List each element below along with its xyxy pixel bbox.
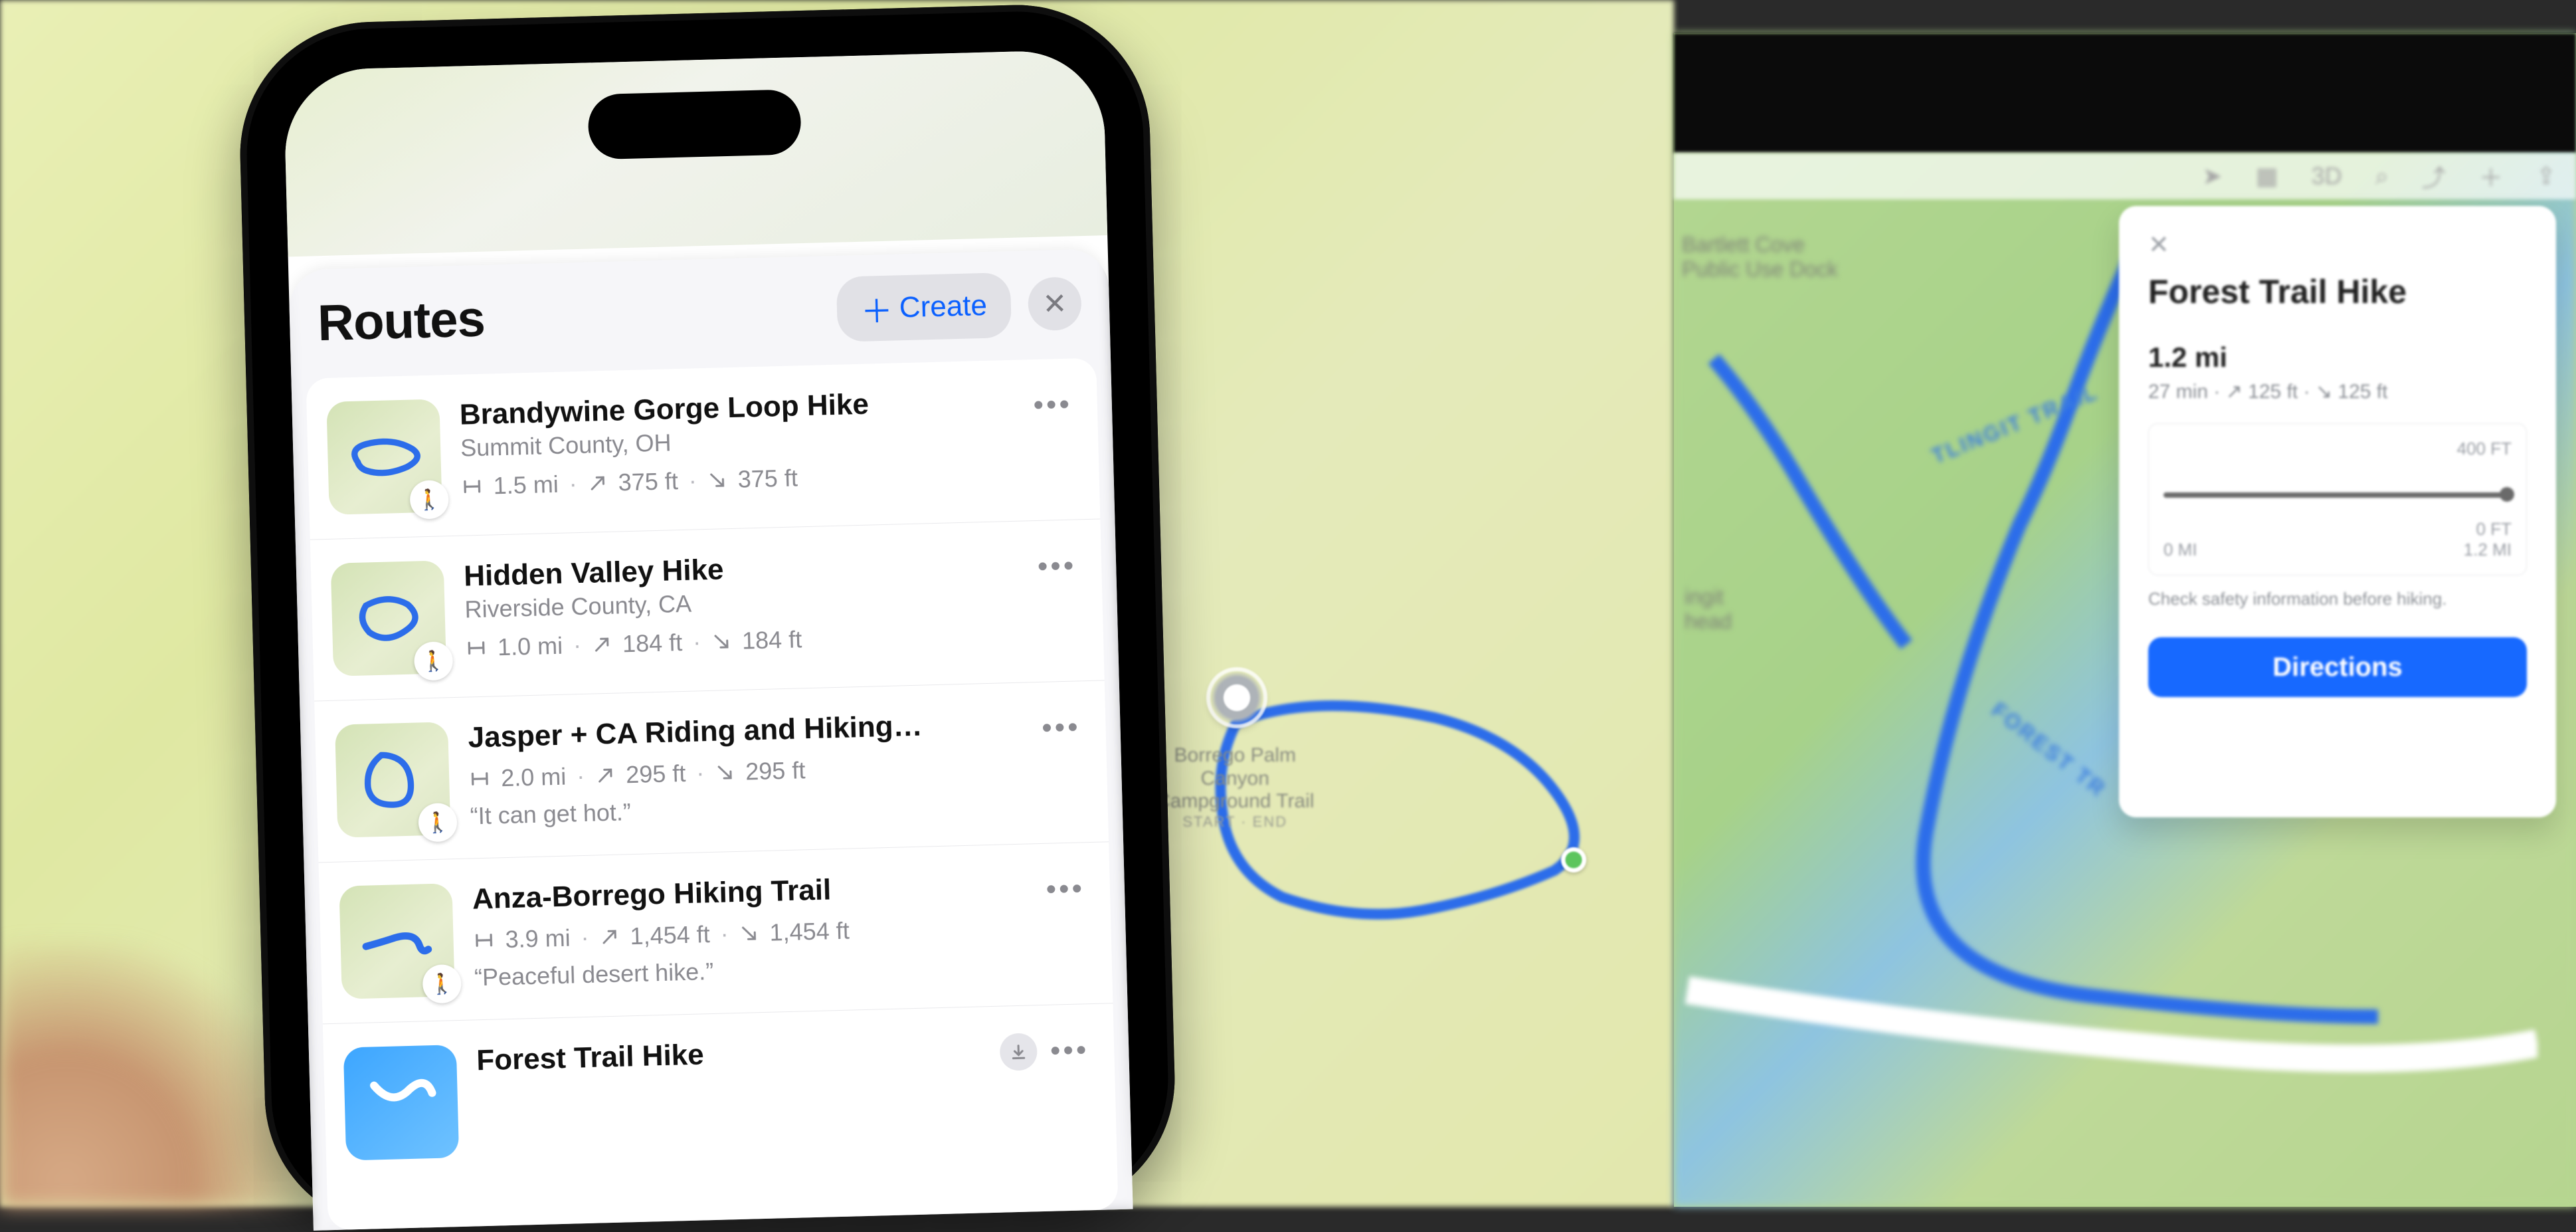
descent-icon <box>715 762 735 783</box>
create-button[interactable]: ＋ Create <box>836 272 1012 342</box>
route-title: Anza-Borrego Hiking Trail <box>472 869 1021 916</box>
more-button[interactable]: ••• <box>1028 382 1078 427</box>
detail-distance: 1.2 mi <box>2148 342 2527 373</box>
distance-icon <box>469 768 491 790</box>
route-thumb: 🚶 <box>326 399 442 514</box>
distance-icon <box>466 637 488 659</box>
add-icon[interactable]: ＋ <box>2479 159 2503 193</box>
descent-icon <box>711 631 732 652</box>
map-mode-icon[interactable]: ▦ <box>2256 162 2278 190</box>
ascent-icon <box>587 473 608 494</box>
map-label-ingit: ingithead <box>1685 585 1732 634</box>
iphone: 18:47 SOS 100 Routes ＋ <box>236 1 1178 1231</box>
map-place-label: Borrego Palm Canyon Campground Trail STA… <box>1156 744 1314 830</box>
detail-title: Forest Trail Hike <box>2148 272 2527 311</box>
share-icon[interactable]: ⤴ <box>2422 159 2446 193</box>
route-thumb: 🚶 <box>339 883 454 999</box>
route-thumb: 🚶 <box>335 722 450 837</box>
route-row[interactable]: 🚶 Jasper + CA Riding and Hiking… 2.0 mi·… <box>314 680 1109 863</box>
locate-icon[interactable]: ➤ <box>2202 162 2222 190</box>
route-metrics: 2.0 mi· 295 ft· 295 ft <box>469 751 1018 793</box>
route-row[interactable]: 🚶 Hidden Valley Hike Riverside County, C… <box>310 519 1105 701</box>
route-metrics: 1.5 mi· 375 ft· 375 ft <box>461 459 1010 501</box>
binoculars-icon[interactable]: ⌕ <box>2375 162 2389 191</box>
distance-icon <box>473 930 495 952</box>
route-row[interactable]: 🚶 Brandywine Gorge Loop Hike Summit Coun… <box>306 358 1100 540</box>
ascent-icon <box>595 766 616 786</box>
routes-list: 🚶 Brandywine Gorge Loop Hike Summit Coun… <box>306 358 1118 1231</box>
walking-icon: 🚶 <box>414 641 453 680</box>
more-button[interactable]: ••• <box>1040 867 1091 912</box>
dynamic-island <box>587 89 801 159</box>
ascent-icon <box>599 927 620 948</box>
directions-button[interactable]: Directions <box>2148 637 2527 697</box>
close-icon: ✕ <box>1042 286 1067 321</box>
download-button[interactable] <box>999 1033 1037 1071</box>
walking-icon: 🚶 <box>418 803 457 842</box>
descent-icon <box>739 923 759 944</box>
map-start-pin <box>1210 671 1263 724</box>
more-button[interactable]: ••• <box>1032 544 1082 589</box>
map-poi-dot <box>1561 847 1586 873</box>
elevation-chart: 400 FT 0 FT 0 MI1.2 MI <box>2148 423 2527 575</box>
routes-sheet: Routes ＋ Create ✕ 🚶 <box>288 249 1133 1231</box>
route-row[interactable]: Forest Trail Hike ••• <box>323 1003 1117 1185</box>
route-title: Jasper + CA Riding and Hiking… <box>468 707 1017 755</box>
route-detail-card: ✕ Forest Trail Hike 1.2 mi 27 min · ↗ 12… <box>2119 206 2556 817</box>
route-title: Forest Trail Hike <box>476 1031 980 1078</box>
route-note: “It can get hot.” <box>470 788 1019 831</box>
safety-text: Check safety information before hiking. <box>2148 589 2527 609</box>
walking-icon: 🚶 <box>409 480 448 519</box>
close-icon[interactable]: ✕ <box>2148 233 2527 258</box>
threeD-toggle[interactable]: 3D <box>2312 162 2342 190</box>
route-note: “Peaceful desert hike.” <box>474 950 1024 992</box>
download-icon <box>1009 1043 1028 1062</box>
walking-icon: 🚶 <box>422 964 462 1003</box>
route-thumb: 🚶 <box>331 560 446 676</box>
descent-icon <box>707 470 727 490</box>
route-thumb <box>343 1045 459 1160</box>
more-button[interactable]: ••• <box>1044 1028 1095 1073</box>
page-title: Routes <box>317 290 486 352</box>
create-label: Create <box>899 289 987 324</box>
route-metrics: 1.0 mi· 184 ft· 184 ft <box>466 620 1015 663</box>
map-toolbar: ➤ ▦ 3D ⌕ ⤴ ＋ ⇪ <box>1674 153 2576 199</box>
ascent-icon <box>592 635 612 655</box>
more-button[interactable]: ••• <box>1036 705 1086 750</box>
route-row[interactable]: 🚶 Anza-Borrego Hiking Trail 3.9 mi· 1,45… <box>318 842 1113 1024</box>
distance-icon <box>461 476 483 498</box>
export-icon[interactable]: ⇪ <box>2536 162 2556 190</box>
detail-meta: 27 min · ↗ 125 ft · ↘ 125 ft <box>2148 380 2527 403</box>
plus-icon: ＋ <box>860 285 893 332</box>
route-metrics: 3.9 mi· 1,454 ft· 1,454 ft <box>473 912 1022 955</box>
close-sheet-button[interactable]: ✕ <box>1028 276 1082 331</box>
map-label-dock: Bartlett CovePublic Use Dock <box>1682 233 1838 282</box>
